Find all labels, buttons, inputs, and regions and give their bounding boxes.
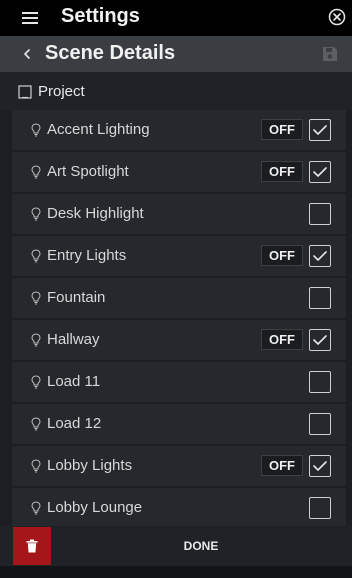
list-item[interactable]: Accent Lighting OFF <box>12 110 346 150</box>
load-name: Lobby Lounge <box>47 499 143 516</box>
trash-icon <box>26 539 38 553</box>
list-item[interactable]: Fountain <box>12 278 346 318</box>
bulb-icon <box>31 501 41 515</box>
list-item[interactable]: Load 12 <box>12 404 346 444</box>
list-item[interactable]: Load 11 <box>12 362 346 402</box>
off-state-button[interactable]: OFF <box>261 245 303 266</box>
bulb-icon <box>31 123 41 137</box>
app-bar: Settings <box>0 0 352 36</box>
bulb-icon <box>31 375 41 389</box>
list-item[interactable]: Lobby Lounge <box>12 488 346 528</box>
load-name: Desk Highlight <box>47 205 144 222</box>
include-checkbox[interactable] <box>309 329 331 351</box>
project-section-header[interactable]: Project <box>0 72 352 110</box>
off-state-button[interactable]: OFF <box>261 455 303 476</box>
sub-header: Scene Details <box>0 36 352 72</box>
load-name: Hallway <box>47 331 100 348</box>
bulb-icon <box>31 333 41 347</box>
off-state-button[interactable]: OFF <box>261 119 303 140</box>
close-icon[interactable] <box>328 8 346 26</box>
chevron-left-icon[interactable] <box>20 46 36 62</box>
bulb-icon <box>31 249 41 263</box>
include-checkbox[interactable] <box>309 497 331 519</box>
bottom-strip <box>0 566 352 578</box>
include-checkbox[interactable] <box>309 287 331 309</box>
page-title: Scene Details <box>45 42 176 64</box>
bulb-icon <box>31 417 41 431</box>
bulb-icon <box>31 165 41 179</box>
list-item[interactable]: Lobby Lights OFF <box>12 446 346 486</box>
off-state-button[interactable]: OFF <box>261 329 303 350</box>
list-item[interactable]: Hallway OFF <box>12 320 346 360</box>
load-name: Accent Lighting <box>47 121 150 138</box>
floppy-disk-icon[interactable] <box>322 46 338 62</box>
project-checkbox-icon[interactable] <box>18 85 32 99</box>
list-item[interactable]: Desk Highlight <box>12 194 346 234</box>
project-label: Project <box>38 83 85 100</box>
include-checkbox[interactable] <box>309 245 331 267</box>
include-checkbox[interactable] <box>309 413 331 435</box>
include-checkbox[interactable] <box>309 203 331 225</box>
include-checkbox[interactable] <box>309 161 331 183</box>
hamburger-menu-icon[interactable] <box>22 12 38 24</box>
load-name: Fountain <box>47 289 106 306</box>
include-checkbox[interactable] <box>309 455 331 477</box>
load-name: Load 12 <box>47 415 102 432</box>
list-item[interactable]: Entry Lights OFF <box>12 236 346 276</box>
app-title: Settings <box>61 5 140 27</box>
include-checkbox[interactable] <box>309 371 331 393</box>
load-name: Entry Lights <box>47 247 127 264</box>
bulb-icon <box>31 291 41 305</box>
off-state-button[interactable]: OFF <box>261 161 303 182</box>
delete-button[interactable] <box>13 527 51 565</box>
bulb-icon <box>31 459 41 473</box>
load-name: Lobby Lights <box>47 457 133 474</box>
bulb-icon <box>31 207 41 221</box>
scene-details-screen: Settings Scene Details Project Accent Li… <box>0 0 352 578</box>
include-checkbox[interactable] <box>309 119 331 141</box>
load-name: Art Spotlight <box>47 163 129 180</box>
load-name: Load 11 <box>47 373 101 390</box>
list-item[interactable]: Art Spotlight OFF <box>12 152 346 192</box>
done-button[interactable]: DONE <box>51 527 351 565</box>
